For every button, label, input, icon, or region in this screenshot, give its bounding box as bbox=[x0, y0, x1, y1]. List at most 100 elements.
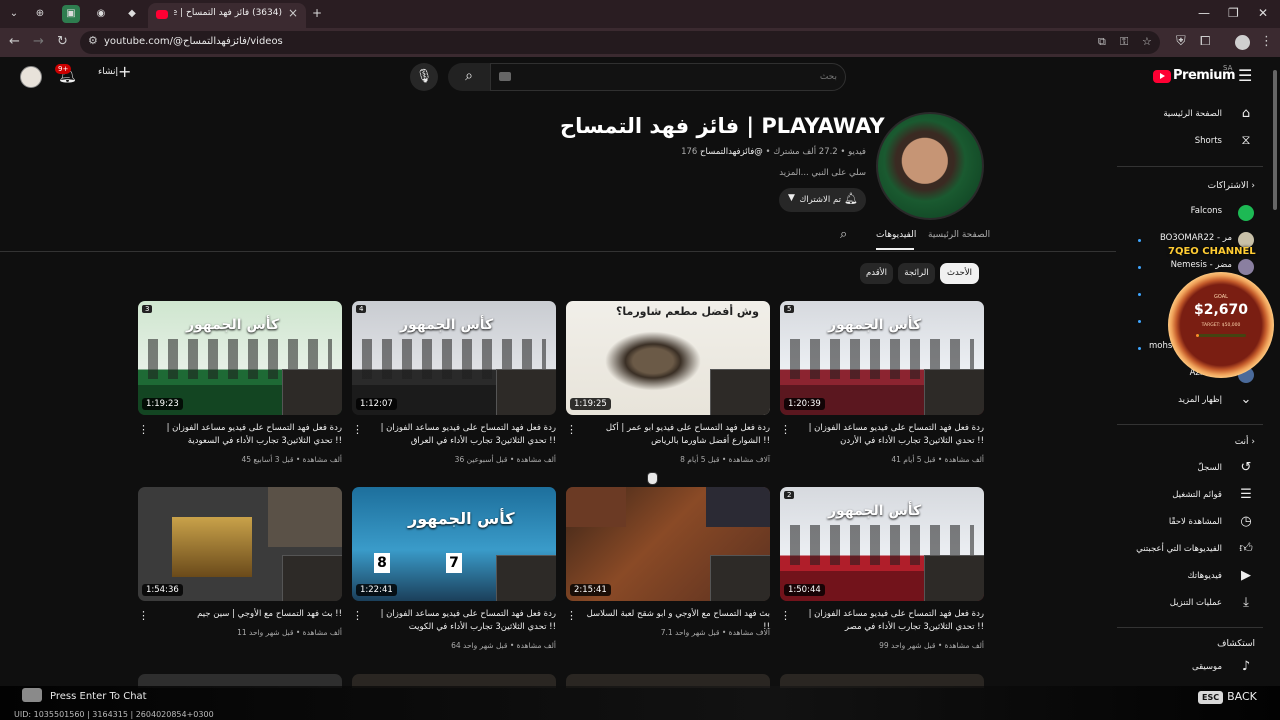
sidebar-item-downloads[interactable]: عمليات التنزيل ⤓ bbox=[1120, 594, 1260, 616]
thumbnail-banner: كأس الجمهور bbox=[186, 317, 280, 333]
sidebar-item-music[interactable]: موسيقى ♪ bbox=[1120, 658, 1260, 680]
video-title[interactable]: بث فهد التمساح مع الأوجي | سين جيم !! bbox=[152, 608, 342, 621]
sidebar-item-home[interactable]: الصفحة الرئيسية ⌂ bbox=[1120, 105, 1260, 127]
you-header[interactable]: أنت › bbox=[1120, 437, 1255, 447]
browser-menu-icon[interactable]: ⋮ bbox=[1260, 34, 1273, 49]
more-actions-icon[interactable]: ⋮ bbox=[780, 609, 791, 622]
esc-key: ESC bbox=[1198, 691, 1224, 704]
subscriptions-header[interactable]: الاشتراكات › bbox=[1120, 181, 1255, 191]
video-thumbnail[interactable]: 2:15:41 bbox=[566, 487, 770, 601]
pinned-tab-icon[interactable]: ◆ bbox=[123, 5, 141, 23]
password-key-icon[interactable]: ⚿ bbox=[1120, 35, 1128, 49]
voice-search-mic-icon[interactable]: 🎙︎ bbox=[410, 63, 438, 91]
sidebar-item-shorts[interactable]: Shorts ⧖ bbox=[1120, 132, 1260, 154]
video-title[interactable]: ردة فعل فهد التمساح على فيديو مساعد الفو… bbox=[152, 422, 342, 448]
pinned-tab-icon[interactable]: ⊕ bbox=[31, 5, 49, 23]
more-actions-icon[interactable]: ⋮ bbox=[138, 609, 149, 622]
video-title[interactable]: ردة فعل فهد التمساح على فيديو مساعد الفو… bbox=[794, 422, 984, 448]
scrollbar-thumb[interactable] bbox=[1273, 70, 1277, 210]
pinned-tab-icon[interactable]: ◉ bbox=[92, 5, 110, 23]
create-button[interactable]: إنشاء + bbox=[98, 62, 131, 81]
tab-home[interactable]: الصفحة الرئيسية bbox=[928, 230, 990, 240]
video-thumbnail[interactable]: كأس الجمهور 4 1:12:07 bbox=[352, 301, 556, 415]
video-card[interactable]: وش أفضل مطعم شاورما؟ 1:19:25 ⋮ ردة فعل ف… bbox=[566, 301, 770, 464]
reload-icon[interactable]: ↻ bbox=[57, 34, 68, 49]
video-title[interactable]: ردة فعل فهد التمساح على فيديو مساعد الفو… bbox=[366, 422, 556, 448]
sidebar-item-watch-later[interactable]: المشاهدة لاحقًا ◷ bbox=[1120, 513, 1260, 535]
more-actions-icon[interactable]: ⋮ bbox=[352, 609, 363, 622]
video-meta: 8 آلاف مشاهدة • قبل 5 أيام bbox=[680, 455, 770, 464]
more-actions-icon[interactable]: ⋮ bbox=[138, 423, 149, 436]
goal-progress-fill bbox=[1196, 334, 1199, 337]
video-thumbnail[interactable]: كأس الجمهور 2 1:50:44 bbox=[780, 487, 984, 601]
pinned-tab-icon[interactable]: ▣ bbox=[62, 5, 80, 23]
video-card[interactable]: 1:54:36 ⋮ بث فهد التمساح مع الأوجي | سين… bbox=[138, 487, 342, 637]
sidebar-item-playlists[interactable]: قوائم التشغيل ☰ bbox=[1120, 486, 1260, 508]
maximize-icon[interactable]: ❐ bbox=[1228, 6, 1239, 20]
minimize-icon[interactable]: — bbox=[1198, 6, 1210, 20]
browser-profile-avatar[interactable] bbox=[1235, 35, 1250, 50]
stream-chat-bar: Press Enter To Chat UID: 1035501560 | 31… bbox=[0, 686, 1280, 720]
chip-oldest[interactable]: الأقدم bbox=[860, 263, 893, 284]
sidebar-item-label: إظهار المزيد bbox=[1178, 395, 1222, 405]
video-title[interactable]: ردة فعل فهد التمساح على فيديو مساعد الفو… bbox=[366, 608, 556, 634]
video-thumbnail[interactable]: كأس الجمهور 3 1:19:23 bbox=[138, 301, 342, 415]
account-avatar[interactable] bbox=[20, 66, 42, 88]
close-window-icon[interactable]: ✕ bbox=[1258, 6, 1268, 20]
tab-videos[interactable]: الفيديوهات bbox=[876, 230, 916, 240]
home-icon: ⌂ bbox=[1241, 106, 1251, 121]
video-title[interactable]: ردة فعل فهد التمساح على فيديو مساعد الفو… bbox=[794, 608, 984, 634]
bookmark-star-icon[interactable]: ☆ bbox=[1142, 35, 1152, 48]
install-app-icon[interactable]: ⧉ bbox=[1098, 35, 1106, 49]
active-tab[interactable]: (3634) فائز فهد التمساح | YouTube × bbox=[148, 3, 306, 28]
esc-back-button[interactable]: ESC BACK bbox=[1198, 690, 1257, 704]
close-tab-icon[interactable]: × bbox=[288, 6, 298, 20]
more-actions-icon[interactable]: ⋮ bbox=[566, 609, 577, 622]
search-button[interactable]: ⌕ bbox=[448, 63, 490, 91]
channel-search-icon[interactable]: ⌕ bbox=[840, 227, 847, 242]
tab-title: (3634) فائز فهد التمساح | YouTube bbox=[174, 8, 282, 18]
channel-description[interactable]: سلي على النبي ...المزيد bbox=[560, 168, 866, 178]
youtube-play-icon bbox=[1153, 70, 1171, 83]
more-actions-icon[interactable]: ⋮ bbox=[780, 423, 791, 436]
video-card[interactable]: كأس الجمهور 3 1:19:23 ⋮ ردة فعل فهد التم… bbox=[138, 301, 342, 464]
sidebar-item-your-videos[interactable]: فيديوهاتك ▶ bbox=[1120, 567, 1260, 589]
hamburger-menu-icon[interactable]: ☰ bbox=[1238, 66, 1252, 85]
sidebar-show-more[interactable]: إظهار المزيد ⌄ bbox=[1120, 391, 1260, 413]
shield-extension-icon[interactable]: ⛨ bbox=[1176, 34, 1186, 49]
sidebar-item-history[interactable]: السجلّ ↺ bbox=[1120, 459, 1260, 481]
new-tab-icon[interactable]: + bbox=[312, 6, 322, 20]
chip-popular[interactable]: الرائجة bbox=[898, 263, 935, 284]
more-actions-icon[interactable]: ⋮ bbox=[352, 423, 363, 436]
video-thumbnail[interactable]: وش أفضل مطعم شاورما؟ 1:19:25 bbox=[566, 301, 770, 415]
channel-avatar[interactable] bbox=[876, 112, 984, 220]
chat-hint-text: Press Enter To Chat bbox=[50, 691, 147, 702]
address-bar[interactable]: ⚙ youtube.com/@فائزفهدالتمساح/videos ⧉ ⚿… bbox=[80, 31, 1160, 54]
tab-list-icon[interactable]: ⌄ bbox=[5, 5, 23, 23]
video-thumbnail[interactable]: كأس الجمهور 5 1:20:39 bbox=[780, 301, 984, 415]
bell-icon: 🔔︎ bbox=[844, 192, 858, 205]
video-title[interactable]: ردة فعل فهد التمساح على فيديو ابو عمر | … bbox=[580, 422, 770, 448]
search-input[interactable] bbox=[537, 68, 837, 86]
video-card[interactable]: كأس الجمهور 4 1:12:07 ⋮ ردة فعل فهد التم… bbox=[352, 301, 556, 464]
thumbnail-art bbox=[268, 487, 342, 547]
video-card[interactable]: 2:15:41 ⋮ بث فهد التمساح مع الأوجي و ابو… bbox=[566, 487, 770, 637]
back-icon[interactable]: ← bbox=[9, 34, 20, 49]
chip-latest[interactable]: الأحدث bbox=[940, 263, 979, 284]
search-box[interactable] bbox=[490, 63, 846, 91]
thumbnail-art bbox=[566, 487, 626, 527]
video-thumbnail[interactable]: كأس الجمهور 8 7 1:22:41 bbox=[352, 487, 556, 601]
more-actions-icon[interactable]: ⋮ bbox=[566, 423, 577, 436]
sidebar-item-subscription[interactable]: Falcons bbox=[1120, 202, 1260, 224]
sidebar-item-liked-videos[interactable]: الفيديوهات التي أعجبتني 👍︎ bbox=[1120, 540, 1260, 562]
video-card[interactable]: كأس الجمهور 8 7 1:22:41 ⋮ ردة فعل فهد ال… bbox=[352, 487, 556, 650]
keyboard-icon[interactable] bbox=[499, 72, 511, 81]
subscribed-button[interactable]: ▼ تم الاشتراك 🔔︎ bbox=[779, 188, 866, 212]
site-info-icon[interactable]: ⚙ bbox=[88, 34, 98, 47]
video-card[interactable]: كأس الجمهور 2 1:50:44 ⋮ ردة فعل فهد التم… bbox=[780, 487, 984, 650]
video-thumbnail[interactable]: 1:54:36 bbox=[138, 487, 342, 601]
extensions-icon[interactable]: ⧠ bbox=[1200, 34, 1210, 49]
video-card[interactable]: كأس الجمهور 5 1:20:39 ⋮ ردة فعل فهد التم… bbox=[780, 301, 984, 464]
plus-icon: + bbox=[118, 62, 132, 81]
forward-icon[interactable]: → bbox=[33, 34, 44, 49]
